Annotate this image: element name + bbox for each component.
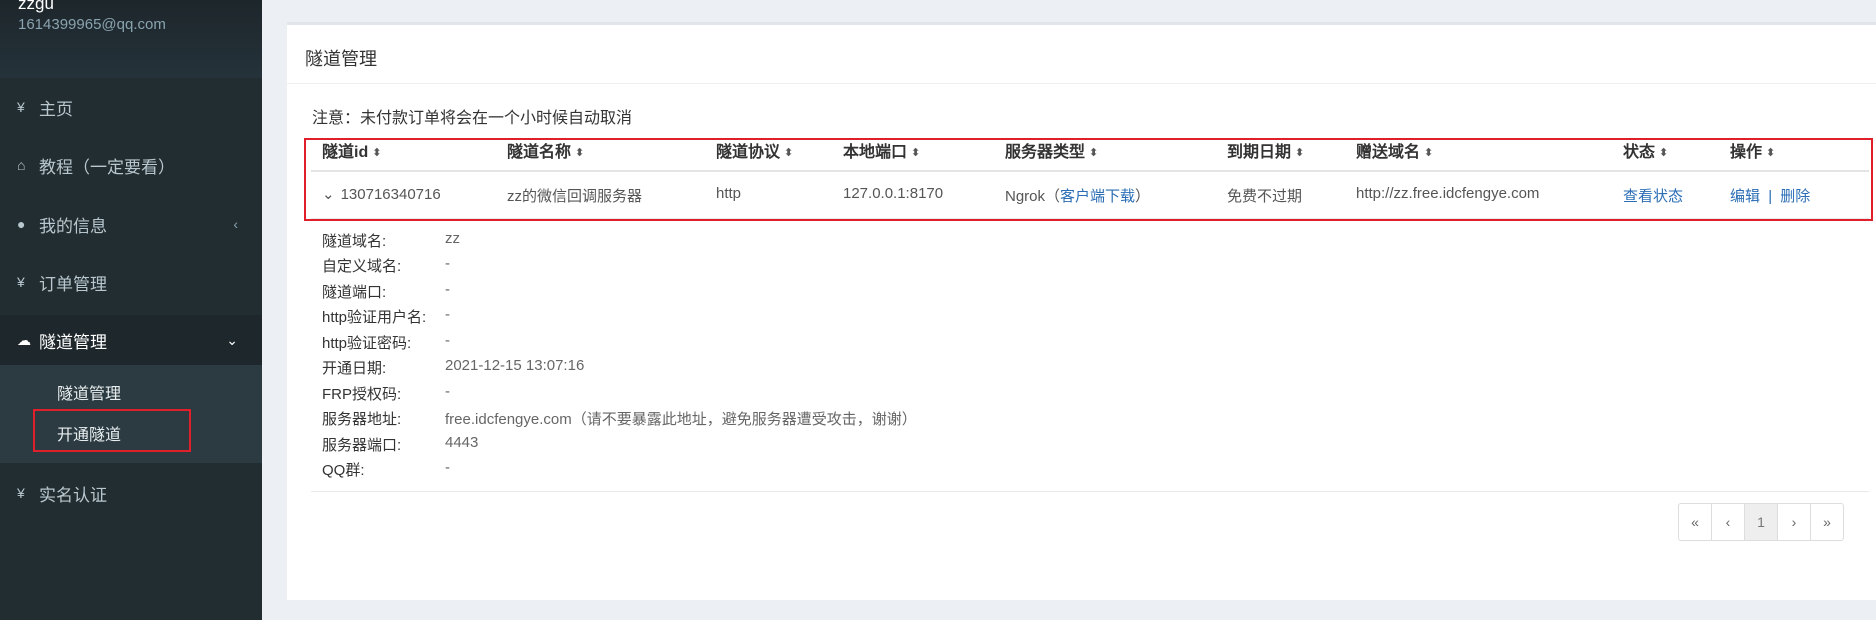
chevron-left-icon: ‹ <box>233 216 238 232</box>
sidebar-item-tunnel-management[interactable]: ☁ 隧道管理 ⌄ <box>0 315 262 365</box>
detail-value: - <box>445 281 450 298</box>
sidebar-item-real-name[interactable]: ¥ 实名认证 <box>0 468 262 518</box>
sidebar-item-orders[interactable]: ¥ 订单管理 <box>0 257 262 307</box>
sidebar-item-my-info[interactable]: ● 我的信息 ‹ <box>0 199 262 249</box>
pagination-first-button[interactable]: « <box>1678 503 1712 541</box>
highlight-box <box>304 138 1873 221</box>
detail-value: 4443 <box>445 434 479 451</box>
sidebar-item-label: 实名认证 <box>39 485 107 505</box>
sidebar-item-label: 教程（一定要看） <box>39 157 175 177</box>
user-email: 1614399965@qq.com <box>18 16 166 33</box>
detail-value: - <box>445 459 450 476</box>
detail-value: - <box>445 332 450 349</box>
detail-value: zz <box>445 230 460 247</box>
highlight-box <box>33 409 191 452</box>
detail-value: - <box>445 306 450 323</box>
sidebar-item-label: 订单管理 <box>39 274 107 294</box>
pagination-next-button[interactable]: › <box>1777 503 1811 541</box>
yen-icon: ¥ <box>17 274 25 290</box>
sidebar-item-label: 隧道管理 <box>39 332 107 352</box>
detail-label: http验证用户名: <box>322 309 427 326</box>
detail-label: 开通日期: <box>322 360 387 377</box>
detail-value: - <box>445 255 450 272</box>
sidebar-item-label: 我的信息 <box>39 216 107 236</box>
divider <box>287 83 1876 84</box>
home-icon: ⌂ <box>17 157 26 173</box>
main-card: 隧道管理 注意：未付款订单将会在一个小时候自动取消 隧道id ⬍ 隧道名称 ⬍ 隧道… <box>287 22 1876 600</box>
user-panel: zzgu 1614399965@qq.com <box>0 0 262 78</box>
pagination: « ‹ 1 › » <box>1678 503 1844 541</box>
notice-text: 注意：未付款订单将会在一个小时候自动取消 <box>312 110 633 127</box>
sidebar-item-home[interactable]: ¥ 主页 <box>0 82 262 132</box>
pagination-last-button[interactable]: » <box>1810 503 1844 541</box>
pagination-prev-button[interactable]: ‹ <box>1711 503 1745 541</box>
detail-label: 服务器地址: <box>322 411 402 428</box>
chevron-down-icon: ⌄ <box>226 331 238 348</box>
user-icon: ● <box>17 216 26 232</box>
user-name: zzgu <box>18 0 54 13</box>
detail-label: 服务器端口: <box>322 437 402 454</box>
detail-value: - <box>445 383 450 400</box>
cloud-icon: ☁ <box>17 331 31 348</box>
sidebar-item-label: 主页 <box>39 99 73 119</box>
detail-label: QQ群: <box>322 462 365 479</box>
submenu-item-tunnel-management[interactable]: 隧道管理 <box>57 380 121 404</box>
detail-label: http验证密码: <box>322 335 412 352</box>
detail-label: 自定义域名: <box>322 258 402 275</box>
yen-icon: ¥ <box>17 99 25 115</box>
pagination-page-1[interactable]: 1 <box>1744 503 1778 541</box>
page-title: 隧道管理 <box>305 49 377 69</box>
yen-icon: ¥ <box>17 485 25 501</box>
detail-label: 隧道端口: <box>322 284 387 301</box>
detail-value: 2021-12-15 13:07:16 <box>445 357 585 374</box>
sidebar-item-tutorial[interactable]: ⌂ 教程（一定要看） <box>0 140 262 190</box>
divider <box>311 491 1869 492</box>
sidebar: zzgu 1614399965@qq.com ¥ 主页 ⌂ 教程（一定要看） ●… <box>0 0 262 620</box>
detail-value: free.idcfengye.com（请不要暴露此地址，避免服务器遭受攻击，谢谢… <box>445 411 917 428</box>
detail-label: FRP授权码: <box>322 386 402 403</box>
detail-label: 隧道域名: <box>322 233 387 250</box>
